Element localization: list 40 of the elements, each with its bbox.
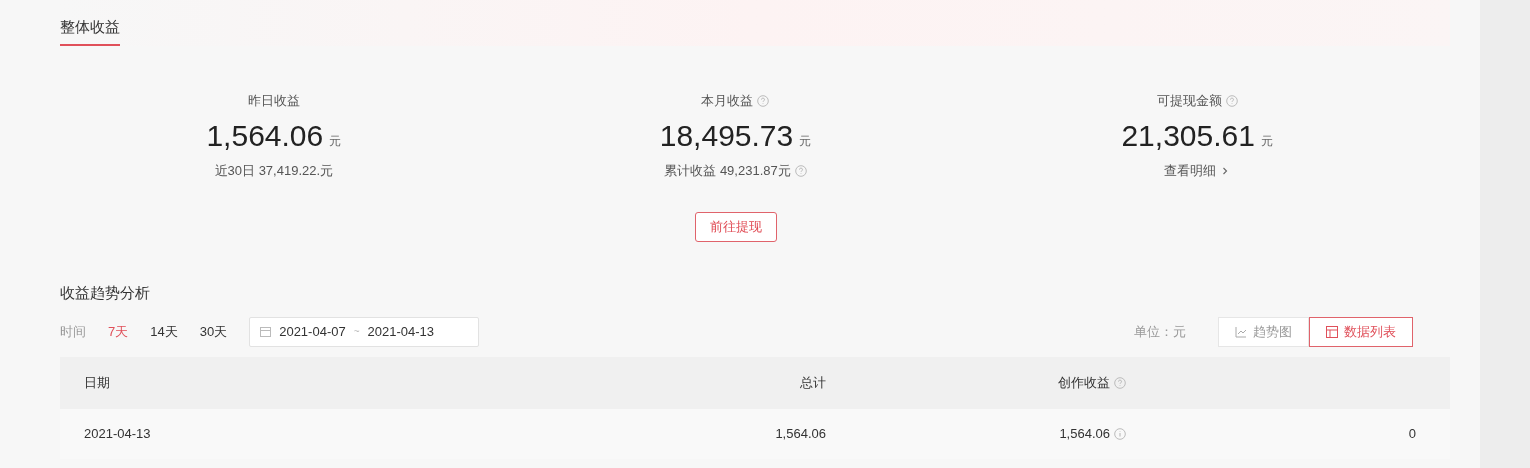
range-label: 时间 <box>60 322 86 341</box>
unit-label: 单位：元 <box>1134 322 1186 341</box>
table-icon <box>1326 325 1338 338</box>
table-cell-text: 1,564.06 <box>775 424 826 443</box>
stat-value: 21,305.61 <box>1121 118 1255 154</box>
help-icon <box>1225 95 1238 107</box>
stat-label: 本月收益 <box>701 92 754 111</box>
stat-value: 1,564.06 <box>206 118 324 154</box>
date-separator: ~ <box>353 325 360 339</box>
table-cell-text: 1,564.06 <box>1059 424 1110 443</box>
column-header: 创作收益 <box>1058 373 1110 392</box>
range-tab[interactable]: 30天 <box>199 321 228 342</box>
stat-subtext: 近30日 37,419.22.元 <box>214 162 334 181</box>
stat-label: 可提现金额 <box>1156 92 1222 111</box>
column-header: 总计 <box>800 373 826 392</box>
date-end: 2021-04-13 <box>367 322 434 341</box>
table-cell-text: 0 <box>1408 424 1416 443</box>
date-range-field[interactable]: 2021-04-07 ~ 2021-04-13 <box>249 316 480 347</box>
help-icon <box>1114 376 1126 389</box>
detail-link[interactable]: 查看明细 <box>1164 161 1231 181</box>
section-title: 收益趋势分析 <box>60 283 151 303</box>
withdraw-button[interactable]: 前往提现 <box>694 212 777 242</box>
stat-label: 昨日收益 <box>247 92 300 111</box>
unit-label: 元 <box>799 133 812 150</box>
info-icon <box>1114 427 1126 440</box>
table-cell-text: 2021-04-13 <box>84 424 151 443</box>
help-icon <box>757 95 770 107</box>
stat-subtext: 累计收益 49,231.87元 <box>664 162 791 181</box>
range-tab[interactable]: 14天 <box>150 321 178 342</box>
tab[interactable]: 整体收益 <box>60 0 120 46</box>
unit-label: 元 <box>329 133 342 150</box>
calendar-icon <box>260 326 272 337</box>
stat-value: 18,495.73 <box>659 118 794 154</box>
date-start: 2021-04-07 <box>279 322 346 341</box>
help-icon <box>794 165 807 177</box>
column-header: 日期 <box>84 373 110 392</box>
unit-label: 元 <box>1260 133 1273 150</box>
view-toggle[interactable]: 数据列表 <box>1309 316 1413 347</box>
range-tab[interactable]: 7天 <box>108 321 129 342</box>
line-chart-icon <box>1235 325 1247 338</box>
